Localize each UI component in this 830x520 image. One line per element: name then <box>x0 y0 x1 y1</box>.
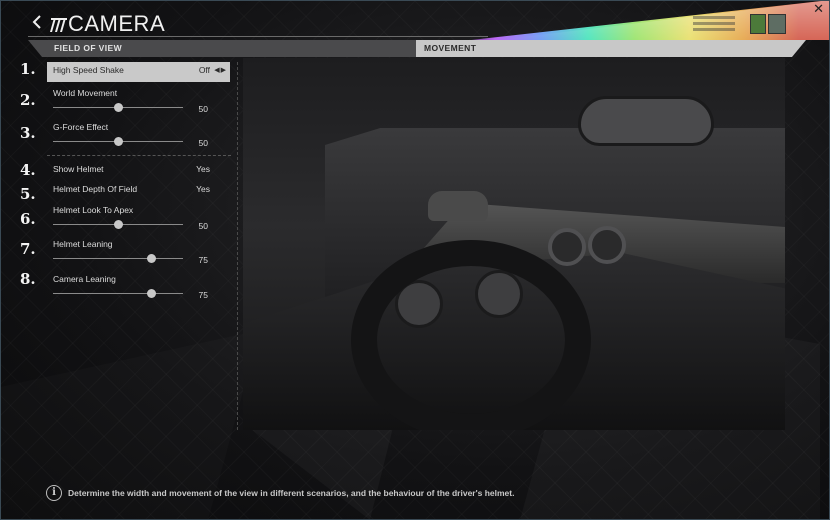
step-number: 4. <box>20 161 36 179</box>
slider-thumb[interactable] <box>114 220 123 229</box>
setting-value: Yes <box>196 164 210 174</box>
camera-preview-image <box>243 58 785 430</box>
slider-track[interactable] <box>53 103 183 112</box>
slider-thumb[interactable] <box>146 254 156 263</box>
slider-track[interactable] <box>53 289 183 298</box>
section-divider <box>47 155 231 156</box>
setting-value: 75 <box>198 255 208 265</box>
setting-value: Yes <box>196 184 210 194</box>
close-button[interactable]: ✕ <box>813 2 824 15</box>
air-vent <box>588 226 626 264</box>
slider-thumb[interactable] <box>114 103 123 112</box>
slider-track[interactable] <box>53 220 183 229</box>
car-ahead <box>428 191 488 221</box>
flag-icon <box>750 14 766 34</box>
steering-wheel <box>351 240 591 430</box>
setting-world-movement[interactable]: World Movement 50 <box>47 88 230 114</box>
setting-label: G-Force Effect <box>53 122 109 132</box>
setting-helmet-leaning[interactable]: Helmet Leaning 75 <box>47 239 230 265</box>
setting-helmet-depth-of-field[interactable]: Helmet Depth Of Field Yes <box>47 181 230 201</box>
step-number: 2. <box>20 91 36 109</box>
setting-helmet-look-to-apex[interactable]: Helmet Look To Apex 50 <box>47 205 230 231</box>
step-number: 5. <box>20 185 36 203</box>
back-button[interactable] <box>30 12 44 32</box>
tab-bar: FIELD OF VIEW MOVEMENT <box>28 40 806 57</box>
step-number: 6. <box>20 210 36 228</box>
slider-track[interactable] <box>53 137 183 146</box>
setting-value: 50 <box>198 104 208 114</box>
tab-movement[interactable]: MOVEMENT <box>416 40 806 57</box>
setting-high-speed-shake[interactable]: High Speed Shake Off ◀▶ <box>47 62 230 82</box>
chevron-left-icon <box>32 15 41 29</box>
setting-value: 50 <box>198 138 208 148</box>
stripes-logo-icon <box>48 14 68 34</box>
help-footer: i Determine the width and movement of th… <box>46 485 786 503</box>
setting-label: Show Helmet <box>53 164 104 174</box>
slider-track[interactable] <box>53 254 183 263</box>
setting-label: Camera Leaning <box>53 274 116 284</box>
setting-value: Off <box>198 65 210 75</box>
setting-label: Helmet Leaning <box>53 239 113 249</box>
setting-show-helmet[interactable]: Show Helmet Yes <box>47 161 230 181</box>
setting-g-force-effect[interactable]: G-Force Effect 50 <box>47 122 230 148</box>
setting-label: Helmet Depth Of Field <box>53 184 138 194</box>
tab-field-of-view[interactable]: FIELD OF VIEW <box>28 40 416 57</box>
info-icon: i <box>46 485 62 501</box>
page-title: CAMERA <box>68 11 166 36</box>
header-underline <box>28 36 488 37</box>
air-vent <box>548 228 586 266</box>
setting-label: High Speed Shake <box>53 65 124 75</box>
slider-thumb[interactable] <box>114 137 123 146</box>
header: CAMERA ✕ <box>0 0 830 40</box>
step-number: 3. <box>20 124 36 142</box>
help-text: Determine the width and movement of the … <box>68 488 515 498</box>
setting-value: 50 <box>198 221 208 231</box>
step-number: 7. <box>20 240 36 258</box>
avatar[interactable] <box>768 14 786 34</box>
user-info <box>693 13 735 35</box>
step-number: 8. <box>20 270 36 288</box>
setting-label: World Movement <box>53 88 118 98</box>
step-number: 1. <box>20 60 36 78</box>
rear-view-mirror <box>578 96 714 146</box>
setting-camera-leaning[interactable]: Camera Leaning 75 <box>47 274 230 300</box>
slider-thumb[interactable] <box>146 289 156 298</box>
selector-arrows-icon[interactable]: ◀▶ <box>214 66 227 74</box>
panel-divider <box>237 62 238 430</box>
setting-value: 75 <box>198 290 208 300</box>
setting-label: Helmet Look To Apex <box>53 205 134 215</box>
